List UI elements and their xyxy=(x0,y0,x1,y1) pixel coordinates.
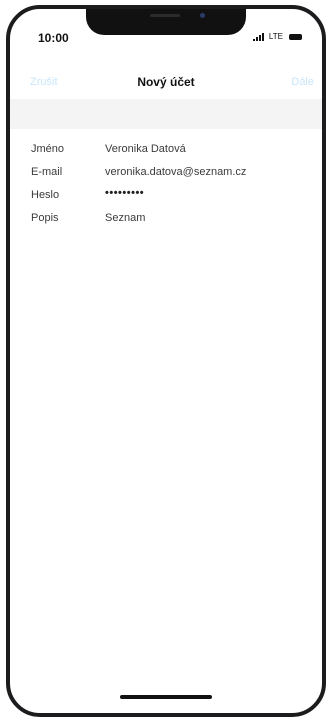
navigation-bar: Zrušit Nový účet Dále xyxy=(10,63,322,99)
signal-icon xyxy=(252,32,264,41)
password-label: Heslo xyxy=(31,189,60,201)
description-row[interactable]: Popis Seznam xyxy=(10,208,322,231)
section-header xyxy=(10,99,322,129)
phone-frame: 10:00 LTE Zrušit Nový účet Dále Jméno Ve… xyxy=(6,5,326,717)
description-label: Popis xyxy=(31,212,59,224)
name-label: Jméno xyxy=(31,143,65,155)
battery-icon xyxy=(289,33,302,40)
notch xyxy=(86,9,246,35)
home-indicator[interactable] xyxy=(120,695,212,699)
speaker-grille xyxy=(150,14,180,17)
password-row[interactable]: Heslo ••••••••• xyxy=(10,185,322,208)
email-label: E-mail xyxy=(31,166,63,178)
password-field[interactable]: ••••••••• xyxy=(105,187,144,199)
email-row[interactable]: E-mail veronika.datova@seznam.cz xyxy=(10,162,322,185)
network-label: LTE xyxy=(268,32,283,41)
status-icons: LTE xyxy=(252,32,302,41)
name-row[interactable]: Jméno Veronika Datová xyxy=(10,139,322,162)
email-field[interactable]: veronika.datova@seznam.cz xyxy=(105,166,246,178)
name-field[interactable]: Veronika Datová xyxy=(105,143,186,155)
status-time: 10:00 xyxy=(38,31,69,45)
front-camera xyxy=(200,13,205,18)
description-field[interactable]: Seznam xyxy=(105,212,145,224)
page-title: Nový účet xyxy=(137,75,195,89)
next-button[interactable]: Dále xyxy=(291,76,314,88)
account-form: Jméno Veronika Datová E-mail veronika.da… xyxy=(10,139,322,231)
